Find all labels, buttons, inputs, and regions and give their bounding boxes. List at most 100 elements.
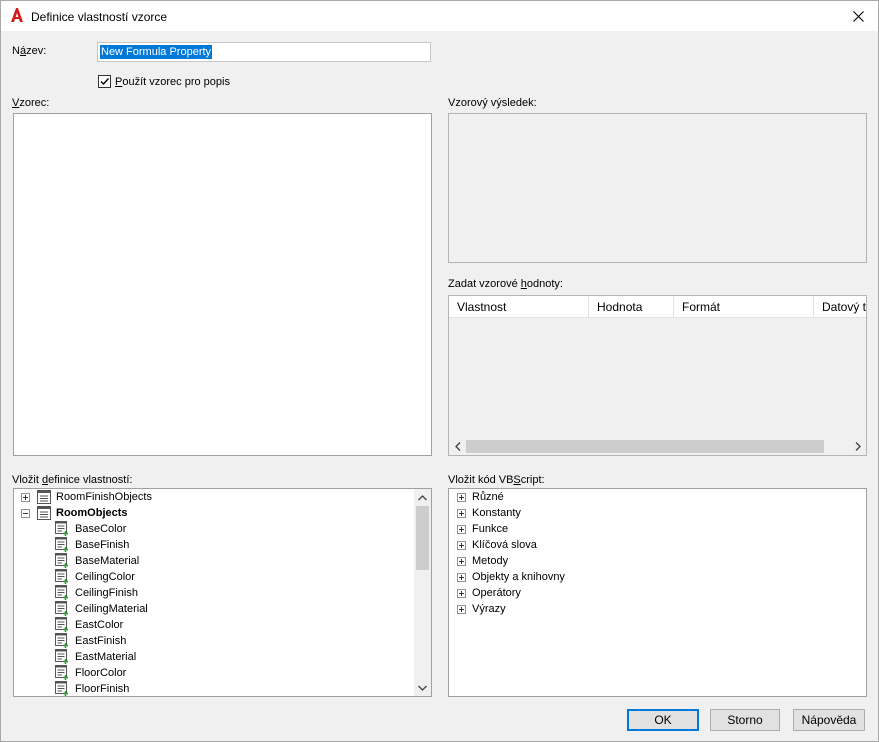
vbscript-item-label: Funkce bbox=[472, 523, 509, 535]
tree-property-label: EastMaterial bbox=[75, 651, 137, 663]
chevron-left-icon bbox=[454, 442, 460, 451]
ok-button[interactable]: OK bbox=[627, 709, 699, 731]
close-button[interactable] bbox=[838, 1, 878, 31]
tree-property-item[interactable]: EastMaterial bbox=[14, 649, 414, 665]
use-formula-label-part: oužít vzorec pro popis bbox=[122, 76, 230, 88]
chevron-down-icon bbox=[418, 685, 427, 691]
scroll-left-button[interactable] bbox=[449, 438, 466, 455]
sample-values-label-part: Zadat vzorové bbox=[448, 278, 521, 290]
sample-result-label: Vzorový výsledek: bbox=[448, 97, 537, 109]
grid-header: Vlastnost Hodnota Formát Datový typ bbox=[449, 296, 866, 318]
vbscript-item[interactable]: Operátory bbox=[449, 585, 849, 601]
vbscript-label: Vložit kód VBScript: bbox=[448, 474, 545, 486]
title-bar: Definice vlastností vzorce bbox=[1, 1, 878, 31]
vbscript-label-part: cript: bbox=[520, 474, 545, 486]
sample-values-label-part: odnoty: bbox=[526, 278, 563, 290]
cancel-button[interactable]: Storno bbox=[710, 709, 780, 731]
vbscript-item[interactable]: Výrazy bbox=[449, 601, 849, 617]
tree-property-item[interactable]: EastFinish bbox=[14, 633, 414, 649]
expand-plus-icon[interactable] bbox=[457, 541, 466, 550]
vbscript-item-label: Výrazy bbox=[472, 603, 506, 615]
vbscript-item-label: Různé bbox=[472, 491, 504, 503]
vertical-scrollbar[interactable] bbox=[414, 489, 431, 696]
horizontal-scroll-thumb[interactable] bbox=[466, 440, 824, 453]
tree-group-roomobjects[interactable]: RoomObjects bbox=[14, 505, 414, 521]
column-header-property[interactable]: Vlastnost bbox=[449, 296, 589, 318]
help-button[interactable]: Nápověda bbox=[793, 709, 865, 731]
expand-plus-icon[interactable] bbox=[457, 605, 466, 614]
property-definition-icon bbox=[55, 537, 68, 552]
vbscript-item[interactable]: Různé bbox=[449, 489, 849, 505]
tree-property-item[interactable]: FloorColor bbox=[14, 665, 414, 681]
tree-property-item[interactable]: BaseMaterial bbox=[14, 553, 414, 569]
tree-property-label: BaseColor bbox=[75, 523, 127, 535]
column-header-datatype[interactable]: Datový typ bbox=[814, 296, 866, 318]
expand-plus-icon[interactable] bbox=[457, 573, 466, 582]
tree-property-label: BaseFinish bbox=[75, 539, 130, 551]
tree-group-label: RoomFinishObjects bbox=[56, 491, 152, 503]
collapse-minus-icon[interactable] bbox=[21, 509, 30, 518]
name-input[interactable]: New Formula Property bbox=[97, 42, 431, 62]
checkmark-icon bbox=[100, 78, 110, 86]
autocad-logo-icon bbox=[10, 7, 24, 23]
tree-group-roomfinishobjects[interactable]: RoomFinishObjects bbox=[14, 489, 414, 505]
tree-property-label: CeilingMaterial bbox=[75, 603, 148, 615]
vbscript-item[interactable]: Klíčová slova bbox=[449, 537, 849, 553]
expand-plus-icon[interactable] bbox=[21, 493, 30, 502]
insert-properties-label: Vložit definice vlastností: bbox=[12, 474, 132, 486]
property-definition-icon bbox=[55, 617, 68, 632]
expand-plus-icon[interactable] bbox=[457, 589, 466, 598]
vertical-scroll-thumb[interactable] bbox=[416, 506, 429, 570]
sample-result-box bbox=[448, 113, 867, 263]
tree-property-label: CeilingColor bbox=[75, 571, 135, 583]
property-set-icon bbox=[37, 506, 51, 520]
vbscript-item-label: Objekty a knihovny bbox=[472, 571, 565, 583]
tree-property-item[interactable]: BaseFinish bbox=[14, 537, 414, 553]
insert-properties-label-part: efinice vlastností: bbox=[48, 474, 133, 486]
use-formula-checkbox[interactable] bbox=[98, 75, 111, 88]
sample-values-grid[interactable]: Vlastnost Hodnota Formát Datový typ bbox=[448, 295, 867, 456]
tree-property-item[interactable]: CeilingFinish bbox=[14, 585, 414, 601]
vbscript-item[interactable]: Objekty a knihovny bbox=[449, 569, 849, 585]
tree-property-item[interactable]: CeilingMaterial bbox=[14, 601, 414, 617]
close-icon bbox=[852, 10, 864, 22]
property-definition-icon bbox=[55, 633, 68, 648]
name-input-value: New Formula Property bbox=[100, 45, 213, 59]
chevron-right-icon bbox=[855, 442, 861, 451]
expand-plus-icon[interactable] bbox=[457, 509, 466, 518]
name-label-part: N bbox=[12, 45, 20, 57]
property-definition-icon bbox=[55, 569, 68, 584]
vbscript-label-accel: S bbox=[513, 474, 521, 486]
column-header-value[interactable]: Hodnota bbox=[589, 296, 674, 318]
formula-editor[interactable] bbox=[13, 113, 432, 456]
property-definition-icon bbox=[55, 649, 68, 664]
formula-label-part: zorec: bbox=[19, 97, 50, 109]
vbscript-tree[interactable]: Různé Konstanty Funkce Klíčová slova Metody O… bbox=[448, 488, 867, 697]
column-header-format[interactable]: Formát bbox=[674, 296, 814, 318]
vbscript-item[interactable]: Metody bbox=[449, 553, 849, 569]
tree-property-item[interactable]: FloorFinish bbox=[14, 681, 414, 696]
tree-property-label: BaseMaterial bbox=[75, 555, 140, 567]
property-definitions-tree[interactable]: RoomFinishObjects RoomObjects BaseColor B… bbox=[13, 488, 432, 697]
dialog-window: Definice vlastností vzorce Název: New Fo… bbox=[0, 0, 879, 742]
vbscript-item[interactable]: Konstanty bbox=[449, 505, 849, 521]
expand-plus-icon[interactable] bbox=[457, 493, 466, 502]
tree-property-item[interactable]: BaseColor bbox=[14, 521, 414, 537]
horizontal-scrollbar[interactable] bbox=[449, 438, 866, 455]
formula-label: Vzorec: bbox=[12, 97, 49, 109]
vbscript-item[interactable]: Funkce bbox=[449, 521, 849, 537]
name-label: Název: bbox=[12, 45, 46, 57]
tree-property-item[interactable]: CeilingColor bbox=[14, 569, 414, 585]
name-label-part: zev: bbox=[26, 45, 47, 57]
expand-plus-icon[interactable] bbox=[457, 557, 466, 566]
scroll-up-button[interactable] bbox=[414, 489, 431, 506]
tree-property-label: CeilingFinish bbox=[75, 587, 138, 599]
property-set-icon bbox=[37, 490, 51, 504]
tree-property-item[interactable]: EastColor bbox=[14, 617, 414, 633]
expand-plus-icon[interactable] bbox=[457, 525, 466, 534]
property-definition-icon bbox=[55, 665, 68, 680]
sample-values-label: Zadat vzorové hodnoty: bbox=[448, 278, 563, 290]
scroll-down-button[interactable] bbox=[414, 679, 431, 696]
scroll-right-button[interactable] bbox=[849, 438, 866, 455]
property-definition-icon bbox=[55, 601, 68, 616]
